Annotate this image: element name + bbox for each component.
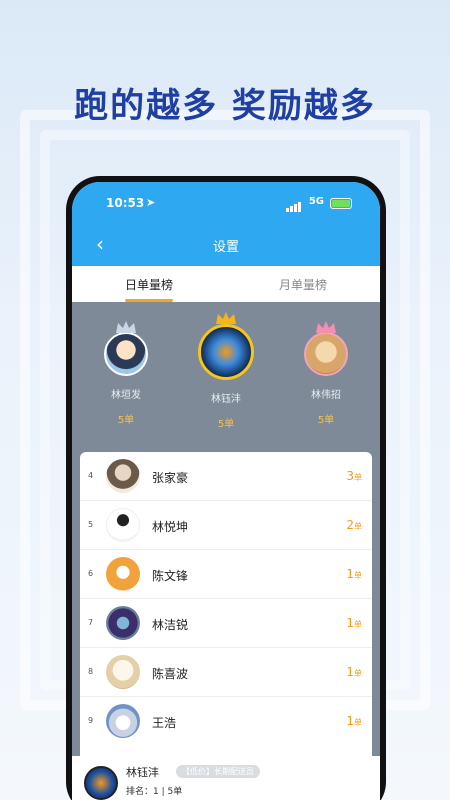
rider-name: 林悦坤 bbox=[152, 520, 189, 534]
rank-number: 4 bbox=[88, 471, 94, 480]
avatar bbox=[104, 321, 148, 376]
rider-name: 王浩 bbox=[152, 716, 177, 730]
page-title: 设置 bbox=[212, 240, 239, 255]
podium: 林垣发 5单 林钰沣 5单 林伟招 5单 bbox=[72, 302, 380, 452]
network-type: 5G bbox=[308, 196, 324, 207]
rider-name: 张家豪 bbox=[152, 471, 189, 485]
podium-name: 林垣发 bbox=[111, 390, 141, 401]
tab-bar: 日单量榜 月单量榜 bbox=[72, 266, 380, 302]
my-rank: 排名：1 | 5单 bbox=[126, 787, 183, 797]
rider-name: 陈喜波 bbox=[152, 667, 189, 681]
avatar bbox=[106, 704, 140, 738]
avatar bbox=[84, 766, 118, 800]
list-item[interactable]: 4 张家豪 3单 bbox=[80, 452, 372, 501]
status-bar: 10:53 ➤ 5G bbox=[72, 196, 380, 216]
header: 10:53 ➤ 5G ‹ 设置 bbox=[72, 182, 380, 266]
ranking-list: 4 张家豪 3单 5 林悦坤 2单 6 陈文锋 1单 7 林洁锐 1单 8 陈喜… bbox=[72, 452, 380, 762]
list-item[interactable]: 6 陈文锋 1单 bbox=[80, 550, 372, 599]
podium-second[interactable]: 林垣发 5单 bbox=[86, 321, 166, 426]
avatar bbox=[106, 508, 140, 542]
order-count: 1单 bbox=[346, 665, 362, 679]
podium-third[interactable]: 林伟招 5单 bbox=[286, 321, 366, 426]
nav-bar: ‹ 设置 bbox=[72, 230, 380, 260]
podium-name: 林伟招 bbox=[311, 390, 341, 401]
order-count: 2单 bbox=[346, 518, 362, 532]
my-name: 林钰沣 bbox=[126, 766, 159, 779]
rank-number: 9 bbox=[88, 716, 94, 725]
podium-name: 林钰沣 bbox=[211, 394, 241, 405]
role-badge: 【低价】长期配送员 bbox=[176, 765, 260, 778]
rank-number: 8 bbox=[88, 667, 94, 676]
tab-monthly[interactable]: 月单量榜 bbox=[226, 266, 380, 302]
avatar bbox=[106, 557, 140, 591]
avatar bbox=[106, 655, 140, 689]
avatar bbox=[106, 606, 140, 640]
list-item[interactable]: 7 林洁锐 1单 bbox=[80, 599, 372, 648]
headline: 跑的越多 奖励越多 bbox=[74, 86, 376, 126]
order-count: 3单 bbox=[346, 469, 362, 483]
list-item[interactable]: 8 陈喜波 1单 bbox=[80, 648, 372, 697]
rank-number: 7 bbox=[88, 618, 94, 627]
battery-icon bbox=[330, 198, 352, 209]
my-ranking-bar: 林钰沣 【低价】长期配送员 排名：1 | 5单 bbox=[72, 756, 380, 800]
crown-icon bbox=[216, 312, 236, 324]
tab-daily[interactable]: 日单量榜 bbox=[72, 266, 226, 302]
podium-count: 5单 bbox=[117, 415, 135, 426]
podium-count: 5单 bbox=[317, 415, 335, 426]
avatar bbox=[304, 321, 348, 376]
order-count: 1单 bbox=[346, 567, 362, 581]
phone-frame: 10:53 ➤ 5G ‹ 设置 日单量榜 月单量榜 林垣发 5单 林钰沣 5单 … bbox=[66, 176, 386, 800]
order-count: 1单 bbox=[346, 616, 362, 630]
rank-number: 6 bbox=[88, 569, 94, 578]
podium-count: 5单 bbox=[217, 419, 235, 430]
avatar bbox=[106, 459, 140, 493]
rider-name: 林洁锐 bbox=[152, 618, 189, 632]
app-screen: 10:53 ➤ 5G ‹ 设置 日单量榜 月单量榜 林垣发 5单 林钰沣 5单 … bbox=[72, 182, 380, 800]
avatar bbox=[198, 312, 254, 380]
signal-icon bbox=[286, 198, 302, 212]
podium-first[interactable]: 林钰沣 5单 bbox=[186, 312, 266, 430]
crown-icon bbox=[316, 321, 336, 333]
order-count: 1单 bbox=[346, 714, 362, 728]
status-time: 10:53 bbox=[106, 196, 145, 210]
ranking-list-card: 4 张家豪 3单 5 林悦坤 2单 6 陈文锋 1单 7 林洁锐 1单 8 陈喜… bbox=[80, 452, 372, 762]
list-item[interactable]: 9 王浩 1单 bbox=[80, 697, 372, 746]
location-arrow-icon: ➤ bbox=[146, 196, 156, 209]
rider-name: 陈文锋 bbox=[152, 569, 189, 583]
list-item[interactable]: 5 林悦坤 2单 bbox=[80, 501, 372, 550]
rank-number: 5 bbox=[88, 520, 94, 529]
crown-icon bbox=[116, 321, 136, 333]
